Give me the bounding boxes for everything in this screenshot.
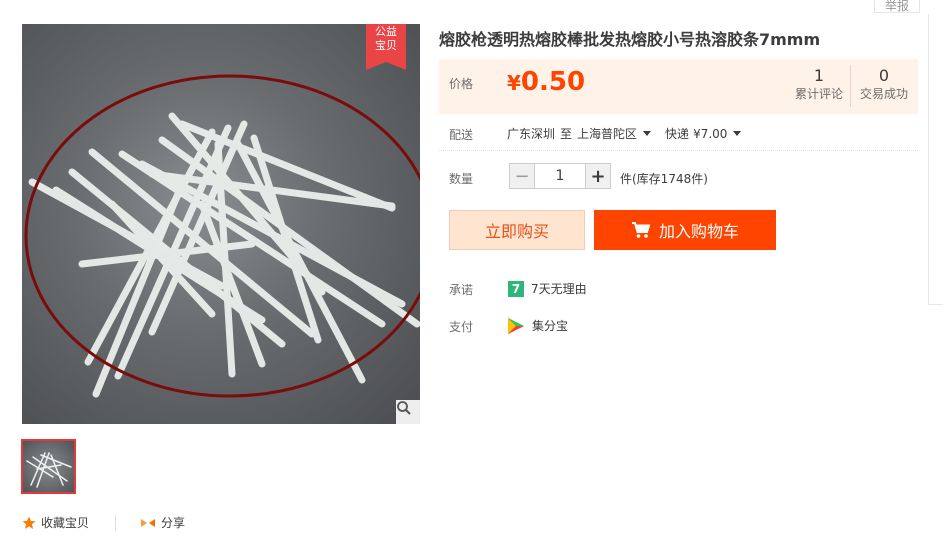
buy-now-button[interactable]: 立即购买 [449, 210, 585, 250]
trade-count: 0 交易成功 [855, 67, 913, 102]
thumbnail-1[interactable] [21, 439, 76, 494]
favorite-button[interactable]: 收藏宝贝 [22, 514, 89, 531]
add-to-cart-label: 加入购物车 [658, 222, 739, 241]
payment-label: 支付 [449, 320, 474, 334]
ship-from: 广东深圳 [507, 127, 556, 141]
shipping-row: 广东深圳 至 上海普陀区 快递 ¥7.00 [507, 125, 749, 142]
badge-line-1: 公益 [375, 25, 397, 38]
ship-to-value: 上海普陀区 [577, 127, 638, 141]
ship-method-select[interactable]: 快递 ¥7.00 [665, 125, 749, 142]
review-count[interactable]: 1 累计评论 [789, 67, 849, 102]
ship-method: 快递 [665, 127, 690, 141]
ship-to-word: 至 [560, 127, 573, 141]
thumbnail-image [26, 452, 72, 488]
chevron-down-icon [643, 131, 652, 136]
price-panel: 价格 ¥0.50 1 累计评论 0 交易成功 [439, 59, 918, 114]
price-label: 价格 [449, 77, 474, 91]
ship-fee: ¥7.00 [693, 126, 728, 141]
product-title: 熔胶枪透明热熔胶棒批发热熔胶小号热溶胶条7mmm [439, 30, 821, 49]
trade-count-number: 0 [878, 66, 890, 85]
quantity-label: 数量 [449, 172, 474, 186]
promise-item[interactable]: 7 7天无理由 [508, 280, 587, 297]
quantity-stepper: − + [509, 163, 611, 189]
review-count-label: 累计评论 [794, 87, 843, 101]
stock-info: 件(库存1748件) [620, 172, 708, 186]
main-product-image[interactable]: 公益 宝贝 [22, 24, 420, 424]
review-count-number: 1 [813, 66, 825, 85]
favorite-label: 收藏宝贝 [41, 516, 90, 530]
ship-to-select[interactable]: 上海普陀区 [577, 125, 659, 142]
trade-count-label: 交易成功 [859, 87, 908, 101]
increase-button[interactable]: + [585, 163, 611, 189]
share-button[interactable]: 分享 [140, 514, 185, 531]
side-panel-edge [928, 14, 943, 305]
currency-symbol: ¥ [507, 71, 521, 95]
report-link[interactable]: 举报 [874, 0, 920, 13]
magnifier-icon [397, 401, 411, 415]
decrease-button[interactable]: − [509, 163, 535, 189]
share-icon [141, 518, 156, 527]
image-actions: 收藏宝贝 分享 [22, 514, 185, 531]
divider [439, 150, 918, 151]
chevron-down-icon [733, 131, 742, 136]
seven-day-icon: 7 [508, 280, 524, 297]
cart-icon [631, 222, 651, 238]
stat-divider [850, 65, 851, 107]
zoom-button[interactable] [396, 400, 420, 424]
divider [115, 514, 117, 531]
price-value: ¥0.50 [507, 67, 585, 97]
payment-item[interactable]: 集分宝 [508, 317, 568, 334]
charity-badge: 公益 宝贝 [366, 24, 406, 70]
star-icon [22, 516, 36, 529]
promise-label: 承诺 [449, 283, 474, 297]
badge-line-2: 宝贝 [375, 39, 397, 52]
add-to-cart-button[interactable]: 加入购物车 [594, 210, 776, 250]
payment-text: 集分宝 [532, 319, 569, 333]
share-label: 分享 [161, 516, 186, 530]
quantity-input[interactable] [535, 163, 585, 189]
glue-sticks-photo [24, 74, 420, 398]
price-number: 0.50 [520, 67, 586, 97]
shipping-label: 配送 [449, 128, 474, 142]
jifenbao-icon [508, 317, 524, 334]
promise-text: 7天无理由 [531, 282, 587, 296]
